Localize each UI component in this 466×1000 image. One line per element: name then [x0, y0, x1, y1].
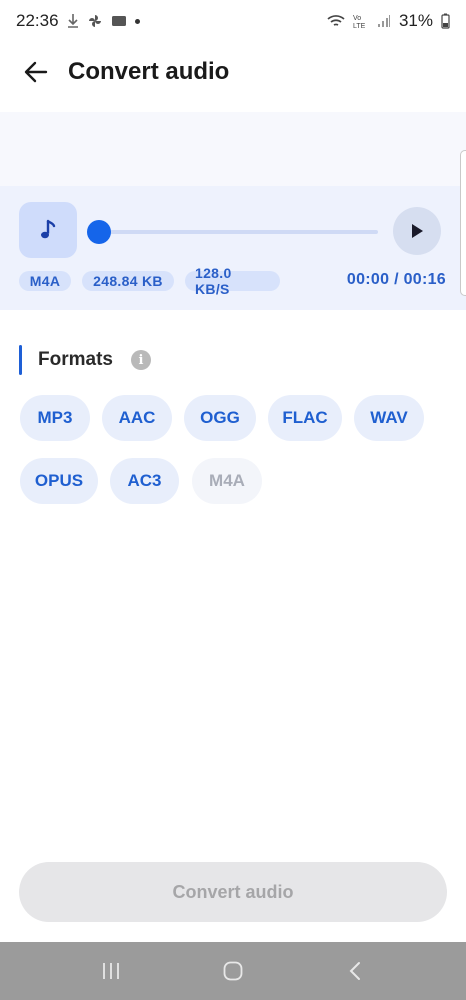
- seek-track[interactable]: [98, 230, 378, 234]
- signal-icon: [377, 15, 390, 27]
- file-size-badge: 248.84 KB: [82, 271, 174, 291]
- seek-thumb[interactable]: [87, 220, 111, 244]
- status-bar: 22:36 Vo LTE 31%: [0, 0, 466, 42]
- chevron-left-icon: [349, 962, 360, 980]
- arrow-left-icon: [24, 61, 48, 83]
- audio-thumbnail: [19, 202, 77, 258]
- back-nav-button[interactable]: [335, 951, 375, 991]
- header-band: [0, 112, 466, 186]
- music-note-icon: [41, 219, 56, 239]
- format-badge: M4A: [19, 271, 71, 291]
- side-handle[interactable]: [460, 150, 466, 296]
- recent-apps-icon: [103, 963, 119, 979]
- convert-audio-button[interactable]: Convert audio: [19, 862, 447, 922]
- home-icon: [223, 961, 243, 981]
- volte-icon: VoLTE: [353, 15, 366, 29]
- format-chip-m4a: M4A: [192, 458, 262, 504]
- format-chip-mp3[interactable]: MP3: [20, 395, 90, 441]
- system-nav-bar: [0, 942, 466, 1000]
- formats-title: Formats: [38, 349, 113, 370]
- svg-text:LTE: LTE: [353, 23, 366, 29]
- format-chip-aac[interactable]: AAC: [102, 395, 172, 441]
- format-chip-opus[interactable]: OPUS: [20, 458, 98, 504]
- screen-record-icon: [111, 16, 126, 26]
- status-time: 22:36: [16, 11, 59, 30]
- download-icon: [67, 14, 78, 28]
- playback-time: 00:00 / 00:16: [346, 271, 446, 288]
- format-chip-ac3[interactable]: AC3: [110, 458, 179, 504]
- back-button[interactable]: [20, 56, 52, 88]
- recent-apps-button[interactable]: [91, 951, 131, 991]
- section-accent-bar: [19, 345, 22, 375]
- app-bar: Convert audio: [0, 46, 466, 98]
- format-chip-flac[interactable]: FLAC: [268, 395, 342, 441]
- page-title: Convert audio: [68, 58, 230, 85]
- wifi-icon: [327, 15, 345, 26]
- format-chip-ogg[interactable]: OGG: [184, 395, 256, 441]
- audio-player: M4A 248.84 KB 128.0 KB/S 00:00 / 00:16: [0, 186, 466, 310]
- play-button[interactable]: [393, 207, 441, 255]
- info-icon[interactable]: i: [130, 350, 151, 370]
- home-button[interactable]: [213, 951, 253, 991]
- battery-icon: [441, 13, 450, 29]
- play-icon: [412, 224, 423, 238]
- bitrate-badge: 128.0 KB/S: [185, 265, 280, 297]
- battery-percent: 31%: [398, 11, 433, 30]
- pinwheel-icon: [88, 15, 101, 27]
- svg-text:Vo: Vo: [353, 15, 361, 22]
- formats-header: Formats i: [19, 345, 151, 375]
- format-chip-wav[interactable]: WAV: [354, 395, 424, 441]
- notification-dot: [134, 18, 140, 24]
